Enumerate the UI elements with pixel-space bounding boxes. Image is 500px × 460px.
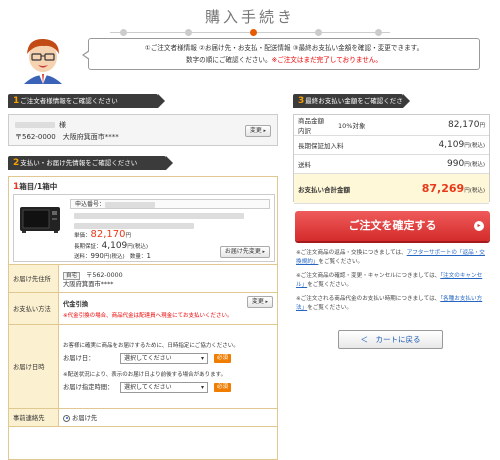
summary-table: 商品金額内訳 10%対象 82,170円 長期保証加入料 4,109円(税込) … [294, 115, 489, 204]
delivery-date-select[interactable]: 選択してください [120, 352, 209, 364]
delivery-time-row: お届け指定時間： 選択してください 必須 [63, 381, 273, 393]
contact-option: お届け先 [58, 408, 278, 427]
section-header: 1ご注文者様情報をご確認ください [8, 94, 165, 108]
notice-line-2: 数字の順にご確認ください。 [185, 56, 272, 64]
unit-price: 単価：82,170円 [74, 229, 132, 240]
section-header: 2支払い・お届け先情報をご確認ください [8, 156, 173, 170]
section-shipping: 2支払い・お届け先情報をご確認ください [8, 156, 278, 170]
warranty-price: 長期保証：4,109円(税込) [74, 241, 149, 251]
summary-total-row: お支払い合計金額 87,269円(税込) [294, 173, 489, 204]
shipping-details-table: お届け先住所 自宅 〒562-0000 大阪府箕面市**** お支払い方法 代金… [8, 264, 278, 427]
destination-address: 自宅 〒562-0000 大阪府箕面市**** [58, 264, 278, 293]
contact-radio[interactable] [63, 414, 70, 422]
delivery-time-select[interactable]: 選択してください [120, 381, 209, 393]
guide-avatar [14, 32, 72, 88]
note-payment: ※ご注文される商品代金のお支払い時期につきましては、「各種お支払い方法」をご覧く… [296, 296, 483, 311]
microwave-image [20, 207, 60, 233]
delivery-date-row: お届け日： 選択してください 必須 [63, 352, 273, 364]
shipping-and-qty: 送料：990円(税込) 数量：1 [74, 252, 151, 260]
note-cancel: ※ご注文商品の確認・変更・キャンセルにつきましては、「注文のキャンセル」をご覧く… [296, 273, 483, 288]
step-dot [375, 29, 382, 36]
notice-warning: ※ご注文はまだ完了しておりません。 [271, 56, 383, 64]
confirm-order-button[interactable]: ご注文を確定する ▸ [295, 211, 490, 241]
orderer-box: 様 〒562-0000 大阪府箕面市**** 変更 [8, 114, 278, 146]
section-orderer: 1ご注文者様情報をご確認ください [8, 94, 278, 108]
order-number: 申込番号： [70, 199, 270, 209]
payment-label: お支払い方法 [8, 292, 59, 325]
instruction-notice: ①ご注文者様情報 ②お届け先・お支払・配送情報 ③最終お支払い金額を確認・変更で… [82, 38, 480, 70]
delivery-date-cell: お客様に確実に商品をお届けするために、日時指定にご協力ください。 お届け日： 選… [58, 324, 278, 409]
shipping-box: 1箱目/1箱中 申込番号： 単価：82,170円 長期保証：4,109円(税込)… [8, 176, 278, 460]
section-header: 3最終お支払い金額をご確認ください [293, 94, 410, 119]
arrow-right-icon: ▸ [474, 221, 484, 231]
step-dot [315, 29, 322, 36]
note-returns: ※ご注文商品の返品・交換につきましては、アフターサポートの「返品・交換規約」をご… [296, 250, 485, 265]
product-card: 申込番号： 単価：82,170円 長期保証：4,109円(税込) 送料：990円… [13, 194, 275, 262]
destination-label: お届け先住所 [8, 264, 59, 293]
summary-row: 商品金額内訳 10%対象 82,170円 [294, 115, 489, 136]
required-badge: 必須 [214, 353, 232, 363]
payment-change-button[interactable]: 変更 [246, 296, 273, 308]
orderer-name: 様 [15, 120, 66, 130]
step-dot [120, 29, 127, 36]
step-dot [185, 29, 192, 36]
section-summary: 3最終お支払い金額をご確認ください [293, 94, 490, 119]
payment-method: 代金引換 ※代金引換の場合、商品代金は配達員へ現金にてお支払いください。 変更 [58, 292, 278, 325]
contact-label: 事前連絡先 [8, 408, 59, 427]
page-title: 購入手続き [204, 8, 295, 26]
required-badge: 必須 [214, 382, 232, 392]
orderer-change-button[interactable]: 変更 [244, 125, 271, 137]
delivery-date-label: お届け日時 [8, 324, 59, 409]
product-name [74, 212, 244, 229]
summary-row: 長期保証加入料 4,109円(税込) [294, 135, 489, 155]
change-destination-button[interactable]: お届け先変更 [219, 246, 270, 258]
progress-stepper [110, 27, 390, 38]
orderer-address: 〒562-0000 大阪府箕面市**** [15, 133, 119, 141]
shipment-count: 1箱目/1箱中 [13, 182, 58, 192]
back-to-cart-button[interactable]: ＜ カートに戻る [338, 330, 443, 349]
step-dot-current [250, 29, 257, 36]
notice-line-1: ①ご注文者様情報 ②お届け先・お支払・配送情報 ③最終お支払い金額を確認・変更で… [144, 44, 424, 52]
summary-box: 商品金額内訳 10%対象 82,170円 長期保証加入料 4,109円(税込) … [293, 114, 490, 204]
summary-row: 送料 990円(税込) [294, 154, 489, 174]
